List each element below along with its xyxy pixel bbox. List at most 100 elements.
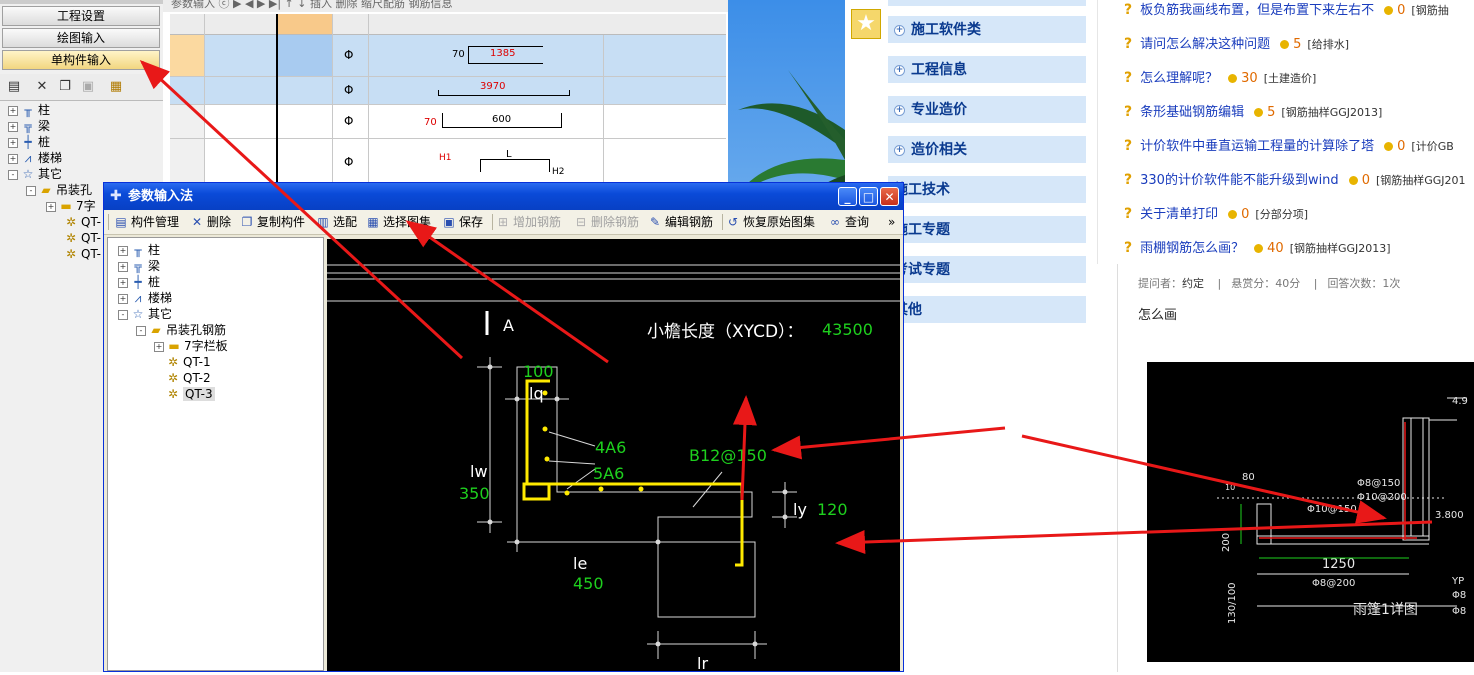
nav-button-project-settings[interactable]: 工程设置 [2,6,160,26]
question-category[interactable]: [计价GB [1411,140,1453,153]
toolbar-button-save[interactable]: ▣ 保存 [442,213,483,231]
expand-icon[interactable]: + [118,261,128,272]
tree-item[interactable]: ✲ QT- [64,230,101,246]
drawing-canvas[interactable]: A 小檐长度（XYCD）： 43500 100 lq 4A6 5A6 B12@1… [327,239,900,671]
tree-item[interactable]: ✲ QT-1 [166,354,211,370]
rebar-label-4a6[interactable]: 4A6 [595,438,626,457]
toolbar-button-binoculars[interactable]: ∞ 查询 [828,213,869,231]
table-row[interactable]: Φ 70 1385 [170,35,726,77]
question-title[interactable]: 怎么理解呢？ [1140,71,1218,86]
tree-item[interactable]: + ╥ 柱 [8,102,50,118]
expand-icon[interactable]: + [8,153,18,164]
toolbar-button-component-manage[interactable]: ▤ 构件管理 [114,213,179,231]
tree-item[interactable]: + ▬ 7字栏板 [154,338,228,354]
menu-item[interactable]: + 工程信息 [888,56,1086,84]
toolbar-button-more[interactable]: » [888,213,895,231]
nav-button-single-component-input[interactable]: 单构件输入 [2,50,160,70]
tree-item[interactable]: - ☆ 其它 [118,306,172,322]
nav-button-drawing-input[interactable]: 绘图输入 [2,28,160,48]
collapse-icon[interactable]: - [26,185,36,196]
toolbar-button-copy[interactable]: ❐ 复制构件 [240,213,305,231]
question-category[interactable]: [钢筋抽样GGJ2013] [1290,242,1391,255]
question-category[interactable]: [分部分项] [1255,208,1308,221]
toolbar-button-add-rebar[interactable]: ⊞ 增加钢筋 [496,213,561,231]
question-points: 0 [1397,3,1406,18]
tree-item[interactable]: ✲ QT-3 [166,386,215,402]
tree-item[interactable]: + ┿ 桩 [118,274,160,290]
question-title[interactable]: 雨棚钢筋怎么画？ [1140,241,1244,256]
toolbar-button-select-match[interactable]: ▥ 选配 [316,213,357,231]
question-title[interactable]: 板负筋我画线布置，但是布置下来左右不 [1140,3,1374,18]
rebar-label-main[interactable]: B12@150 [689,446,767,465]
tree-item[interactable]: + ╥ 柱 [118,242,160,258]
expand-icon[interactable]: + [154,341,164,352]
question-category[interactable]: [钢筋抽样GGJ201 [1376,174,1466,187]
table-row[interactable]: Φ 3970 [170,77,726,105]
toolbar-button-select-atlas[interactable]: ▦ 选择图集 [366,213,431,231]
menu-item[interactable]: 施工技术 [888,176,1086,204]
toolbar-button-label: 构件管理 [131,215,180,229]
question-title[interactable]: 条形基础钢筋编辑 [1140,105,1244,120]
close-button[interactable]: ✕ [880,187,899,206]
expand-icon[interactable]: + [118,293,128,304]
expand-icon[interactable]: + [118,277,128,288]
question-category[interactable]: [钢筋抽 [1411,4,1448,17]
expand-icon[interactable]: + [118,245,128,256]
expand-icon[interactable]: + [46,201,56,212]
table-row[interactable]: Φ H1 L H2 [170,139,726,185]
tree-item[interactable]: + ⩘ 楼梯 [8,150,62,166]
length-value[interactable]: 43500 [822,320,873,339]
pile-icon: ┿ [24,135,32,149]
dim-top-value[interactable]: 100 [523,362,554,381]
tree-item[interactable]: + ╦ 梁 [118,258,160,274]
question-category[interactable]: [给排水] [1307,38,1349,51]
tree-item[interactable]: ✲ QT- [64,214,101,230]
menu-item[interactable]: 施工专题 [888,216,1086,244]
collapse-icon[interactable]: - [136,325,146,336]
expand-icon[interactable]: + [8,137,18,148]
toolbar-button-delete[interactable]: ✕ 删除 [190,213,231,231]
expand-icon[interactable]: + [8,121,18,132]
expand-icon[interactable]: + [8,105,18,116]
copy-icon[interactable]: ❐ [57,79,73,95]
question-title[interactable]: 计价软件中垂直运输工程量的计算除了塔 [1140,139,1374,154]
rebar-label-5a6[interactable]: 5A6 [593,464,624,483]
table-row[interactable]: Φ 70 600 [170,105,726,139]
question-title[interactable]: 关于清单打印 [1140,207,1218,222]
toolbar-button-delete-rebar[interactable]: ⊟ 删除钢筋 [574,213,639,231]
collapse-icon[interactable]: - [118,309,128,320]
question-category[interactable]: [钢筋抽样GGJ2013] [1281,106,1382,119]
menu-item[interactable]: + 造价相关 [888,136,1086,164]
tree-item[interactable]: ✲ QT- [64,246,101,262]
delete-icon[interactable]: ✕ [34,79,50,95]
dim-bottom-value[interactable]: 450 [573,574,604,593]
tree-item[interactable]: + ▬ 7字 [46,198,96,214]
toolbar-button-edit-rebar[interactable]: ✎ 编辑钢筋 [648,213,713,231]
maximize-button[interactable]: □ [859,187,878,206]
dim-right-value[interactable]: 120 [817,500,848,519]
question-title[interactable]: 请问怎么解决这种问题 [1140,37,1270,52]
question-title[interactable]: 330的计价软件能不能升级到wind [1140,173,1339,188]
clipboard-icon[interactable]: ▦ [108,79,124,95]
collapse-icon[interactable]: - [8,169,18,180]
toolbar-button-restore-atlas[interactable]: ↺ 恢复原始图集 [726,213,815,231]
tree-item[interactable]: - ▰ 吊装孔钢筋 [136,322,226,338]
dialog-titlebar[interactable]: ✚ 参数输入法 _ □ ✕ [104,183,903,210]
dim-left-value[interactable]: 350 [459,484,490,503]
menu-item[interactable]: + 施工软件类 [888,16,1086,44]
menu-item[interactable]: 考试专题 [888,256,1086,284]
tree-item[interactable]: - ☆ 其它 [8,166,62,182]
tree-item-label: 楼梯 [38,151,63,165]
minimize-button[interactable]: _ [838,187,857,206]
tree-item[interactable]: ✲ QT-2 [166,370,211,386]
tree-item[interactable]: + ┿ 桩 [8,134,50,150]
asker-name[interactable]: 约定 [1182,277,1204,290]
paste-icon[interactable]: ▣ [80,79,96,95]
tree-item[interactable]: + ⩘ 楼梯 [118,290,172,306]
tree-item[interactable]: - ▰ 吊装孔 [26,182,92,198]
list-icon[interactable]: ▤ [6,79,22,95]
menu-item[interactable]: 其他 [888,296,1086,324]
menu-item[interactable]: + 专业造价 [888,96,1086,124]
question-category[interactable]: [土建造价] [1264,72,1317,85]
tree-item[interactable]: + ╦ 梁 [8,118,50,134]
